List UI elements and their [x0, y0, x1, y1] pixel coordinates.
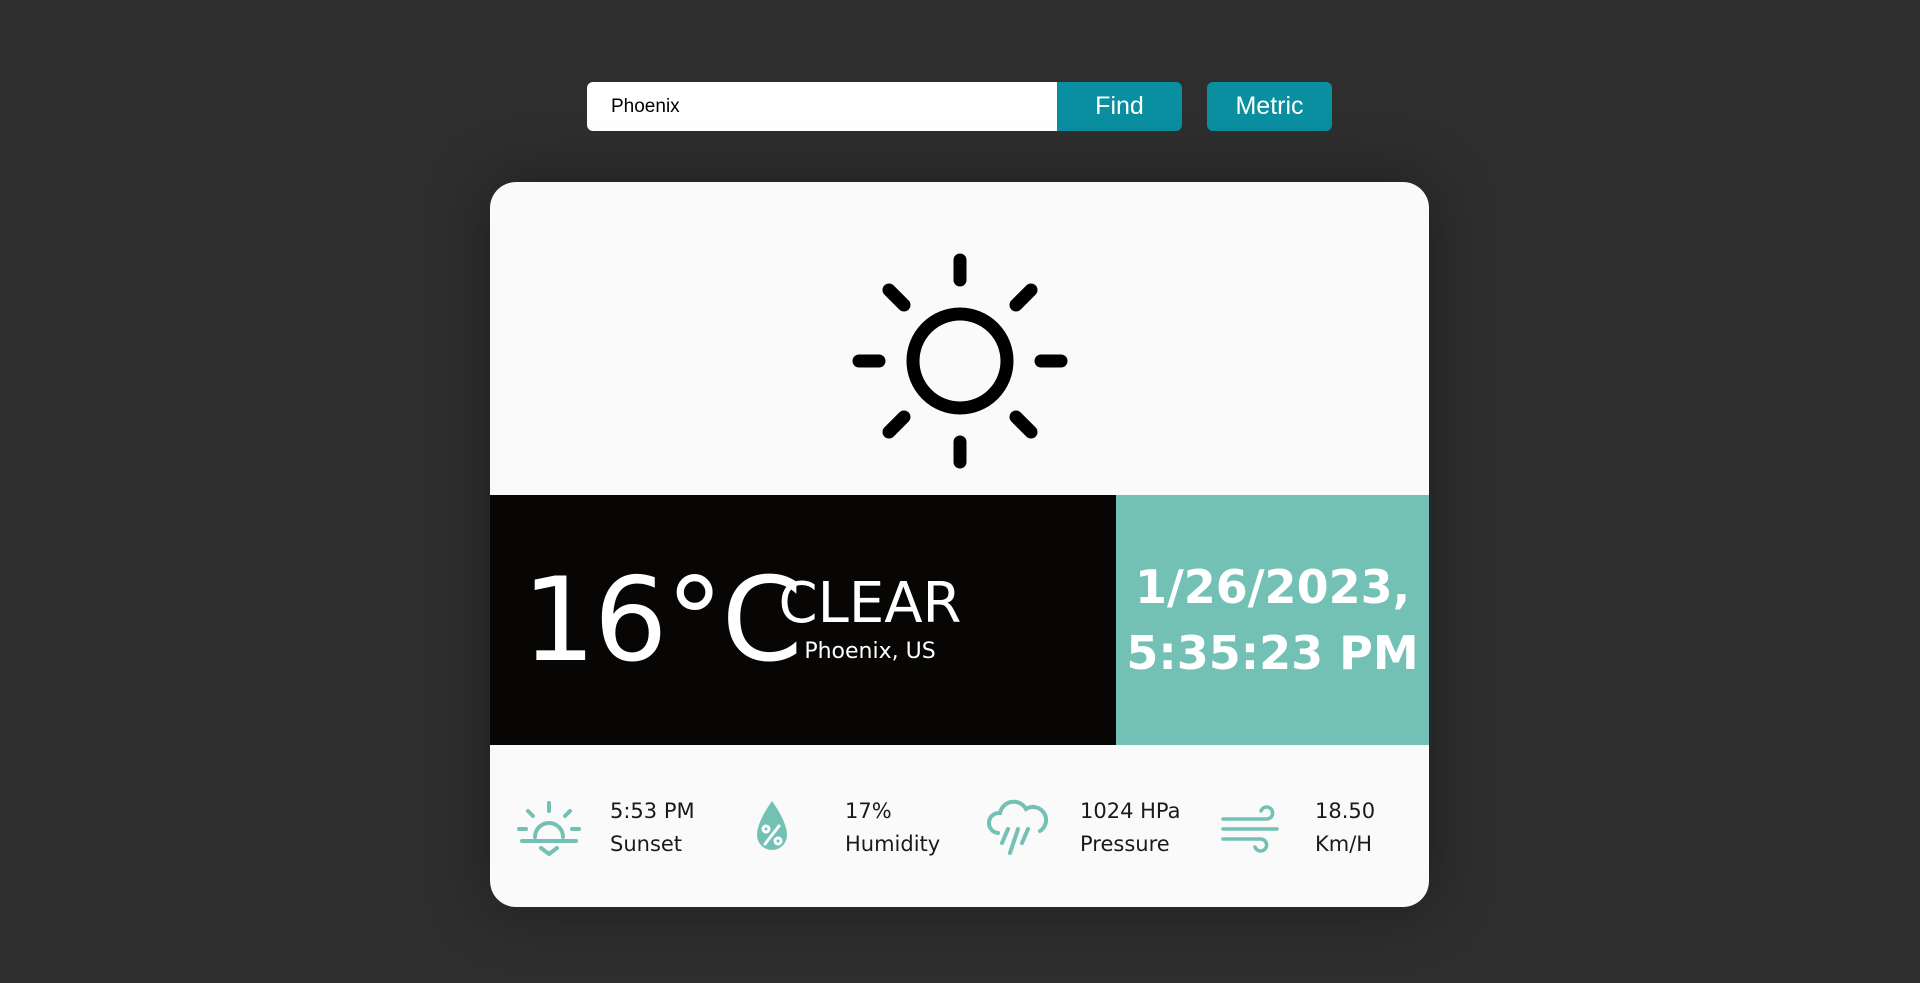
find-button[interactable]: Find	[1057, 82, 1182, 131]
wind-icon	[1221, 805, 1279, 853]
condition-text: CLEAR	[778, 571, 962, 636]
rain-cloud-icon	[987, 799, 1048, 855]
weather-icon-area	[490, 182, 1429, 495]
humidity-value: 17%	[845, 799, 892, 823]
city-search-input[interactable]	[587, 82, 1057, 131]
search-bar: Find	[587, 82, 1182, 131]
current-conditions-panel: 16°C CLEAR Phoenix, US	[490, 495, 1116, 745]
temperature: 16°C	[522, 553, 803, 688]
stats-row: 5:53 PM Sunset 17% Humidity 1024 HPa Pre…	[490, 745, 1429, 907]
wind-label: Km/H	[1315, 832, 1373, 856]
sunset-icon	[517, 801, 581, 857]
unit-toggle-button[interactable]: Metric	[1207, 82, 1332, 131]
datetime-panel: 1/26/2023, 5:35:23 PM	[1116, 495, 1429, 745]
wind-value: 18.50	[1315, 799, 1376, 823]
sunset-label: Sunset	[610, 832, 683, 856]
time-text: 5:35:23 PM	[1126, 626, 1419, 680]
date-text: 1/26/2023,	[1134, 560, 1411, 614]
pressure-label: Pressure	[1080, 832, 1170, 856]
sun-icon	[852, 253, 1068, 469]
weather-card: 16°C CLEAR Phoenix, US 1/26/2023, 5:35:2…	[490, 182, 1429, 907]
humidity-label: Humidity	[845, 832, 941, 856]
humidity-icon	[757, 801, 787, 850]
pressure-value: 1024 HPa	[1080, 799, 1181, 823]
sunset-value: 5:53 PM	[610, 799, 695, 823]
location-text: Phoenix, US	[804, 639, 936, 664]
